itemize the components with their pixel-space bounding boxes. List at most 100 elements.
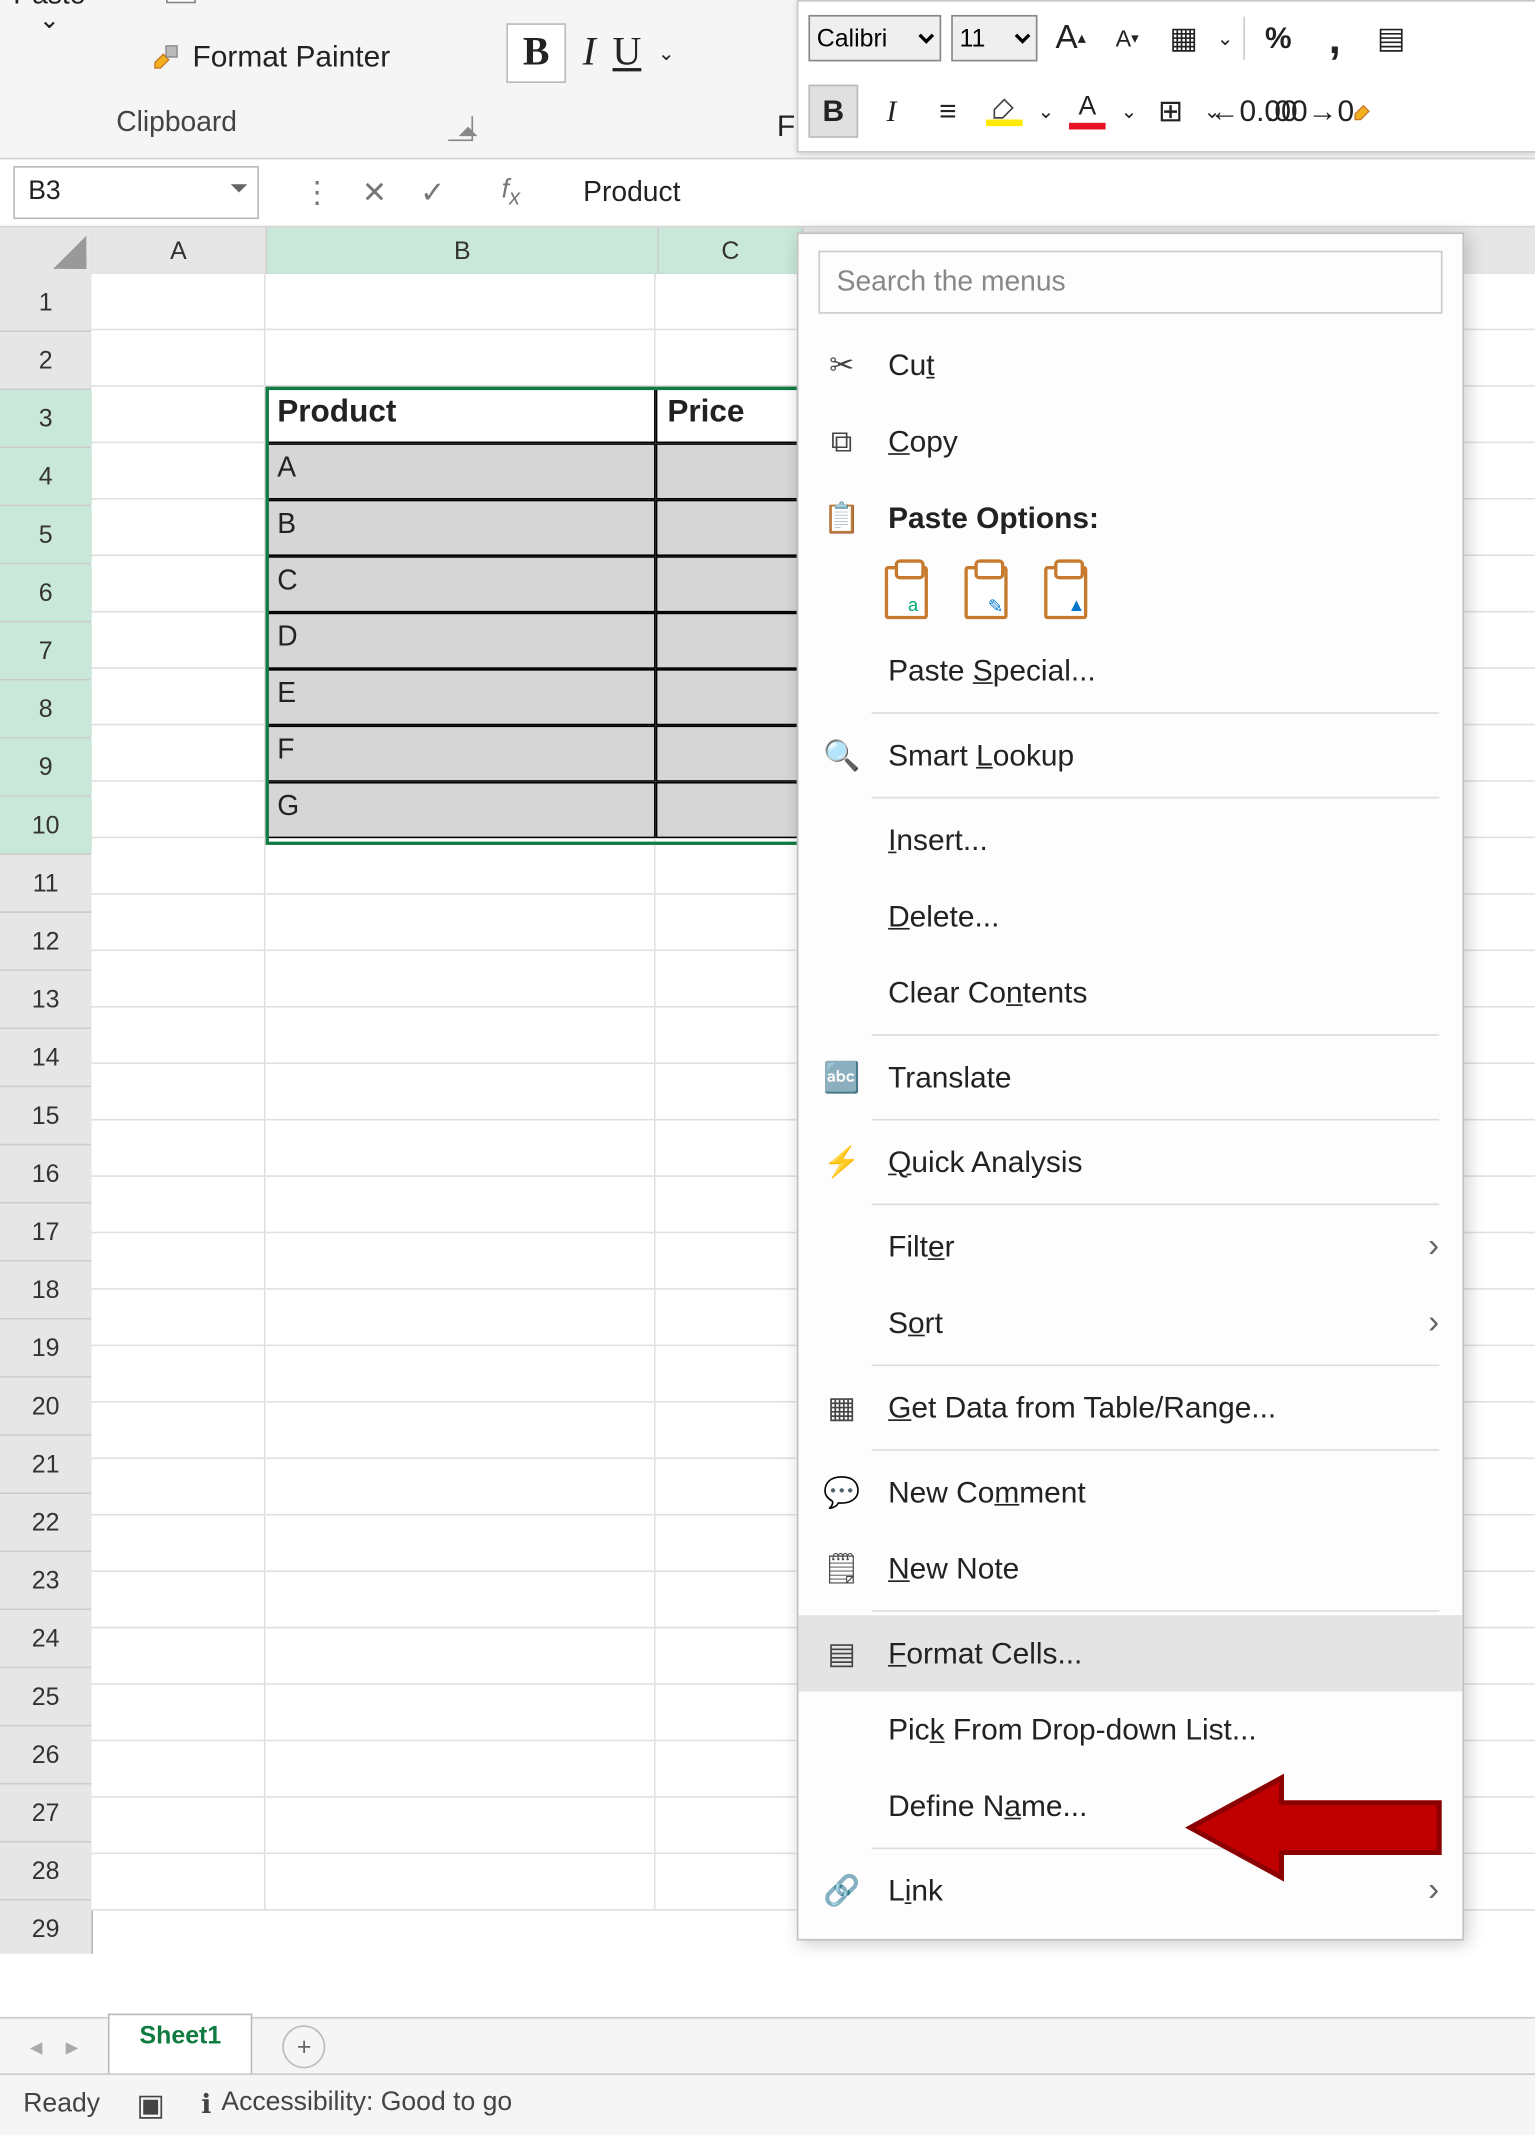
cell[interactable]: Price [656, 387, 799, 443]
cell[interactable] [91, 330, 265, 386]
enter-icon[interactable]: ✓ [420, 175, 445, 210]
cell[interactable] [91, 1346, 265, 1402]
cell[interactable] [266, 1233, 656, 1289]
row-header-10[interactable]: 10 [0, 797, 95, 855]
row-header-26[interactable]: 26 [0, 1726, 93, 1784]
menu-item-clear-contents[interactable]: Clear Contents [798, 955, 1462, 1031]
font-color-button[interactable]: A [1064, 86, 1110, 136]
italic-button[interactable]: I [583, 31, 596, 76]
cell[interactable] [91, 1403, 265, 1459]
align-icon[interactable]: ≡ [925, 86, 971, 136]
menu-search-input[interactable]: Search the menus [818, 251, 1442, 314]
cell[interactable] [266, 1685, 656, 1741]
row-header-5[interactable]: 5 [0, 506, 95, 564]
cell[interactable] [91, 1233, 265, 1289]
row-header-18[interactable]: 18 [0, 1262, 93, 1320]
cell[interactable] [656, 669, 799, 725]
cell[interactable] [91, 669, 265, 725]
cell[interactable]: B [266, 500, 656, 556]
font-name-select[interactable]: Calibri [808, 15, 941, 61]
decrease-font-button[interactable]: A▾ [1104, 13, 1150, 63]
column-header-C[interactable]: C [659, 227, 803, 277]
menu-item-format-cells[interactable]: ▤Format Cells... [798, 1615, 1462, 1691]
row-header-3[interactable]: 3 [0, 390, 95, 448]
bold-button[interactable]: B [506, 23, 566, 83]
merge-icon[interactable]: ▦ [1160, 13, 1206, 63]
column-header-A[interactable]: A [91, 227, 267, 275]
cell[interactable] [266, 1290, 656, 1346]
paste-all-icon[interactable]: a [881, 563, 931, 619]
cell[interactable]: Product [266, 387, 656, 443]
tab-prev-icon[interactable]: ◂ [30, 2032, 43, 2062]
cell[interactable] [91, 500, 265, 556]
cell[interactable] [91, 1628, 265, 1684]
cell[interactable] [91, 1177, 265, 1233]
cell[interactable] [266, 1628, 656, 1684]
font-size-select[interactable]: 11 [951, 15, 1037, 61]
cell[interactable] [91, 443, 265, 499]
row-header-23[interactable]: 23 [0, 1552, 93, 1610]
chevron-down-icon[interactable]: ⌄ [1038, 100, 1055, 123]
cell[interactable] [656, 1741, 799, 1797]
cell[interactable] [91, 838, 265, 894]
row-header-20[interactable]: 20 [0, 1378, 93, 1436]
cell[interactable] [266, 1798, 656, 1854]
cell[interactable] [656, 443, 799, 499]
cell[interactable] [656, 1685, 799, 1741]
cell[interactable] [91, 951, 265, 1007]
menu-item-quick-analysis[interactable]: ⚡Quick Analysis [798, 1124, 1462, 1200]
cell[interactable] [656, 895, 799, 951]
fill-color-button[interactable] [981, 86, 1027, 136]
cell[interactable] [91, 1290, 265, 1346]
copy-button[interactable]: Copy [166, 0, 268, 3]
row-header-13[interactable]: 13 [0, 971, 93, 1029]
cell[interactable] [656, 274, 799, 330]
row-header-14[interactable]: 14 [0, 1029, 93, 1087]
cell[interactable] [656, 1346, 799, 1402]
cell[interactable] [91, 387, 265, 443]
cell[interactable]: C [266, 556, 656, 612]
cell[interactable] [91, 1516, 265, 1572]
cell[interactable] [91, 1854, 265, 1910]
cell[interactable] [91, 782, 265, 838]
cell[interactable]: E [266, 669, 656, 725]
cell[interactable] [266, 1346, 656, 1402]
row-header-15[interactable]: 15 [0, 1087, 93, 1145]
column-header-B[interactable]: B [267, 227, 659, 277]
row-header-8[interactable]: 8 [0, 681, 95, 739]
row-header-6[interactable]: 6 [0, 564, 95, 622]
cell[interactable] [656, 782, 799, 838]
formula-bar-input[interactable]: Product [583, 176, 680, 209]
row-header-21[interactable]: 21 [0, 1436, 93, 1494]
cell[interactable] [266, 951, 656, 1007]
cell[interactable] [91, 1459, 265, 1515]
cell[interactable] [91, 556, 265, 612]
row-header-22[interactable]: 22 [0, 1494, 93, 1552]
row-header-2[interactable]: 2 [0, 332, 93, 390]
menu-item-new-comment[interactable]: 💬New Comment [798, 1454, 1462, 1530]
borders-button[interactable]: ⊞ [1147, 86, 1193, 136]
cell[interactable] [266, 1854, 656, 1910]
cell[interactable] [656, 500, 799, 556]
cell[interactable] [656, 1233, 799, 1289]
cell[interactable] [656, 330, 799, 386]
row-header-27[interactable]: 27 [0, 1785, 93, 1843]
italic-button[interactable]: I [868, 86, 914, 136]
cancel-icon[interactable]: ✕ [362, 175, 387, 210]
menu-item-paste-special[interactable]: Paste Special... [798, 632, 1462, 708]
cell[interactable] [266, 1064, 656, 1120]
cell[interactable]: A [266, 443, 656, 499]
cell[interactable] [266, 1572, 656, 1628]
cell[interactable] [91, 1572, 265, 1628]
add-sheet-button[interactable]: + [283, 2025, 326, 2068]
paste-picture-icon[interactable]: ▲ [1041, 563, 1091, 619]
cell[interactable] [91, 613, 265, 669]
accessibility-status[interactable]: ℹAccessibility: Good to go [201, 2088, 512, 2121]
cell[interactable] [656, 1290, 799, 1346]
menu-item-get-data[interactable]: ▦Get Data from Table/Range... [798, 1370, 1462, 1446]
increase-font-button[interactable]: A▴ [1047, 13, 1093, 63]
cell[interactable] [656, 838, 799, 894]
cell[interactable] [656, 556, 799, 612]
menu-item-copy[interactable]: ⧉ Copy [798, 403, 1462, 479]
format-painter-button[interactable]: Format Painter [149, 40, 390, 75]
